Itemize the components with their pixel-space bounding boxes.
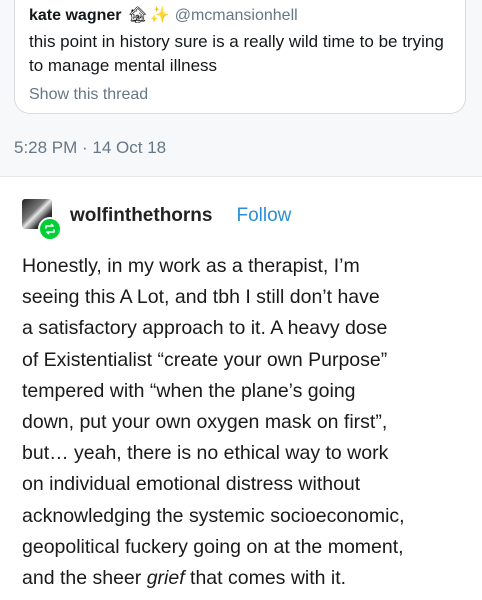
- reblog-icon: [38, 217, 62, 241]
- follow-button[interactable]: Follow: [236, 205, 291, 227]
- author-name-emoji: 🏚 ✨: [127, 6, 169, 26]
- show-thread-link[interactable]: Show this thread: [29, 86, 148, 104]
- post-body-line: geopolitical fuckery going on at the mom…: [22, 535, 404, 558]
- embedded-tweet-area: kate wagner 🏚 ✨ @mcmansionhell this poin…: [0, 0, 482, 176]
- post-body-line: but… yeah, there is no ethical way to wo…: [22, 442, 389, 465]
- post-body: Honestly, in my work as a therapist, I’m…: [22, 251, 474, 594]
- tweet-timestamp[interactable]: 5:28 PM · 14 Oct 18: [14, 138, 166, 158]
- tweet-author-handle[interactable]: @mcmansionhell: [175, 6, 298, 26]
- post-header: wolfinthethorns Follow: [22, 199, 482, 241]
- avatar-wrapper[interactable]: [22, 199, 62, 241]
- post-body-line: down, put your own oxygen mask on first”…: [22, 411, 388, 434]
- tumblr-post: wolfinthethorns Follow Honestly, in my w…: [0, 177, 482, 594]
- emphasized-word: grief: [146, 567, 185, 590]
- post-body-line: of Existentialist “create your own Purpo…: [22, 348, 388, 371]
- post-body-line: a satisfactory approach to it. A heavy d…: [22, 317, 388, 340]
- tweet-text: this point in history sure is a really w…: [29, 32, 444, 75]
- house-emoji-icon: 🏚: [127, 7, 148, 24]
- quoted-tweet-header: kate wagner 🏚 ✨ @mcmansionhell: [29, 6, 465, 26]
- post-body-line: acknowledging the systemic socioeconomic…: [22, 504, 405, 527]
- tweet-author-name[interactable]: kate wagner: [29, 6, 121, 26]
- post-body-line: on individual emotional distress without: [22, 473, 361, 496]
- sparkles-emoji-icon: ✨: [149, 7, 170, 24]
- last-line-end: that comes with it.: [184, 567, 347, 590]
- last-line-start: and the sheer: [22, 567, 147, 590]
- post-body-last-line: and the sheer grief that comes with it.: [22, 563, 474, 594]
- post-body-line: tempered with “when the plane’s going: [22, 379, 356, 402]
- quoted-tweet-card[interactable]: kate wagner 🏚 ✨ @mcmansionhell this poin…: [14, 0, 466, 114]
- post-body-line: seeing this A Lot, and tbh I still don’t…: [22, 286, 380, 309]
- post-username[interactable]: wolfinthethorns: [70, 205, 212, 227]
- post-body-line: Honestly, in my work as a therapist, I’m: [22, 255, 360, 277]
